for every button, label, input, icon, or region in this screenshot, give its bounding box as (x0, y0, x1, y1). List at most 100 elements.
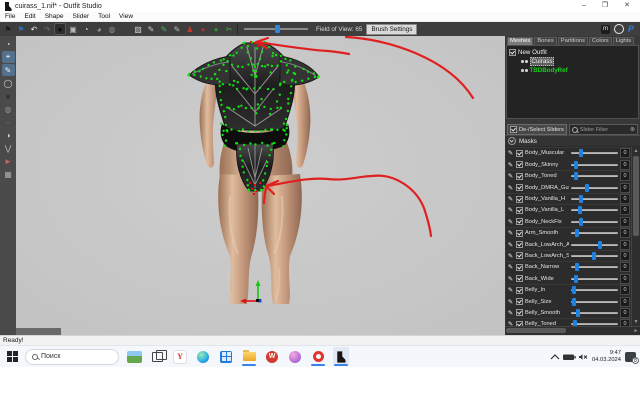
slider-checkbox[interactable] (516, 184, 523, 191)
menu-item[interactable]: Slider (72, 13, 89, 20)
slider-checkbox[interactable] (516, 207, 523, 214)
slider-edit-icon[interactable] (507, 263, 514, 271)
slider-value[interactable]: 0 (620, 319, 630, 326)
edge-button[interactable] (195, 347, 211, 366)
visibility-eye-icon[interactable] (521, 69, 524, 72)
slider-track[interactable] (571, 312, 618, 314)
slider-track[interactable] (571, 232, 618, 234)
slider-track[interactable] (571, 323, 618, 325)
slider-value[interactable]: 0 (620, 285, 630, 295)
panel-tab[interactable]: Partitions (558, 37, 588, 45)
slider-value[interactable]: 0 (620, 160, 630, 170)
store-button[interactable] (218, 347, 234, 366)
slider-checkbox[interactable] (516, 218, 523, 225)
scrollbar-thumb[interactable] (633, 156, 639, 236)
slider-edit-icon[interactable] (507, 218, 514, 226)
mask-sphere-icon[interactable]: ◑ (2, 129, 15, 141)
slider-edit-icon[interactable] (507, 286, 514, 294)
slider-thumb[interactable] (578, 206, 582, 214)
slider-edit-icon[interactable] (507, 161, 514, 169)
slider-checkbox[interactable] (516, 287, 523, 294)
color-brush-icon[interactable]: ✎ (158, 23, 170, 35)
slider-track[interactable] (571, 187, 618, 189)
media-app-button[interactable] (287, 347, 303, 366)
slider-edit-icon[interactable] (507, 149, 514, 157)
tree-shape-label[interactable]: Cuirass (530, 57, 555, 66)
slider-edit-icon[interactable] (507, 206, 514, 214)
slider-thumb[interactable] (574, 172, 578, 180)
slider-value[interactable]: 0 (620, 297, 630, 307)
menu-item[interactable]: View (119, 13, 133, 20)
undo-icon[interactable]: ↶ (28, 23, 40, 35)
slider-checkbox[interactable] (516, 230, 523, 237)
collision-icon[interactable]: ♟ (184, 23, 196, 35)
tree-root-row[interactable]: New Outfit (509, 48, 638, 57)
slider-value[interactable]: 0 (620, 148, 630, 158)
visibility-eye-icon[interactable] (521, 60, 524, 63)
tree-shape-row[interactable]: Cuirass (509, 57, 638, 66)
vertex-tool-icon[interactable]: ⋁ (2, 142, 15, 154)
panel-tab[interactable]: Lights (613, 37, 634, 45)
slider-thumb[interactable] (575, 263, 579, 271)
masks-section-header[interactable]: Masks (505, 135, 640, 147)
slider-track[interactable] (571, 266, 618, 268)
red-sphere-icon[interactable]: ● (197, 23, 209, 35)
eraser-brush-icon[interactable]: ▨ (132, 23, 144, 35)
tree-root-checkbox[interactable] (509, 49, 516, 56)
slider-track[interactable] (571, 278, 618, 280)
slider-track[interactable] (571, 301, 618, 303)
slider-thumb[interactable] (575, 229, 579, 237)
slider-edit-icon[interactable] (507, 309, 514, 317)
w-app-button[interactable]: W (264, 347, 280, 366)
slider-track[interactable] (571, 152, 618, 154)
slider-value[interactable]: 0 (620, 240, 630, 250)
slider-edit-icon[interactable] (507, 184, 514, 192)
deselect-sliders-button[interactable]: De-/Select Sliders (507, 124, 567, 135)
slider-thumb[interactable] (579, 195, 583, 203)
load-project-icon[interactable]: ⚑ (15, 23, 27, 35)
widgets-button[interactable] (126, 347, 142, 366)
slider-thumb[interactable] (579, 149, 583, 157)
slider-value[interactable]: 0 (620, 251, 630, 261)
outfit-studio-taskbar-button[interactable] (333, 347, 349, 366)
slider-checkbox[interactable] (516, 150, 523, 157)
clear-filter-icon[interactable]: ⊗ (630, 126, 635, 133)
slider-thumb[interactable] (579, 218, 583, 226)
slider-value[interactable]: 0 (620, 262, 630, 272)
slider-thumb[interactable] (574, 161, 578, 169)
scroll-down-icon[interactable]: ▼ (632, 318, 640, 326)
deselect-checkbox[interactable] (510, 126, 517, 133)
slider-thumb[interactable] (592, 252, 596, 260)
slider-thumb[interactable] (574, 275, 578, 283)
slider-thumb[interactable] (572, 298, 576, 306)
move-brush-icon[interactable]: ● (119, 23, 131, 35)
slider-track[interactable] (571, 198, 618, 200)
slider-value[interactable]: 0 (620, 274, 630, 284)
hscrollbar-thumb[interactable] (506, 328, 566, 333)
deflate-sphere-icon[interactable]: ● (2, 116, 15, 128)
slider-checkbox[interactable] (516, 196, 523, 203)
slider-checkbox[interactable] (516, 264, 523, 271)
slider-track[interactable] (571, 175, 618, 177)
scroll-right-icon[interactable]: ► (632, 327, 640, 335)
pencil-tool-icon[interactable]: ✎ (2, 64, 15, 76)
yandex-browser-button[interactable]: Y (172, 347, 188, 366)
slider-value[interactable]: 0 (620, 205, 630, 215)
brush-settings-button[interactable]: Brush Settings (366, 24, 417, 35)
mask-brush-icon[interactable]: ▣ (67, 23, 79, 35)
slider-thumb[interactable] (598, 241, 602, 249)
tray-clock[interactable]: 9:47 04.03.2024 (592, 350, 621, 364)
fov-slider-thumb[interactable] (275, 25, 280, 33)
slider-filter-box[interactable]: Slider Filter ⊗ (569, 124, 638, 135)
pin-tool-icon[interactable]: ⌖ (2, 51, 15, 63)
transform-tool-icon[interactable]: ► (2, 155, 15, 167)
smooth-brush-icon[interactable]: ◍ (106, 23, 118, 35)
slider-edit-icon[interactable] (507, 241, 514, 249)
file-explorer-button[interactable] (241, 347, 257, 366)
slider-checkbox[interactable] (516, 173, 523, 180)
chevron-down-icon[interactable] (508, 137, 516, 145)
slider-value[interactable]: 0 (620, 308, 630, 318)
slider-value[interactable]: 0 (620, 217, 630, 227)
slider-value[interactable]: 0 (620, 171, 630, 181)
slider-track[interactable] (571, 244, 618, 246)
